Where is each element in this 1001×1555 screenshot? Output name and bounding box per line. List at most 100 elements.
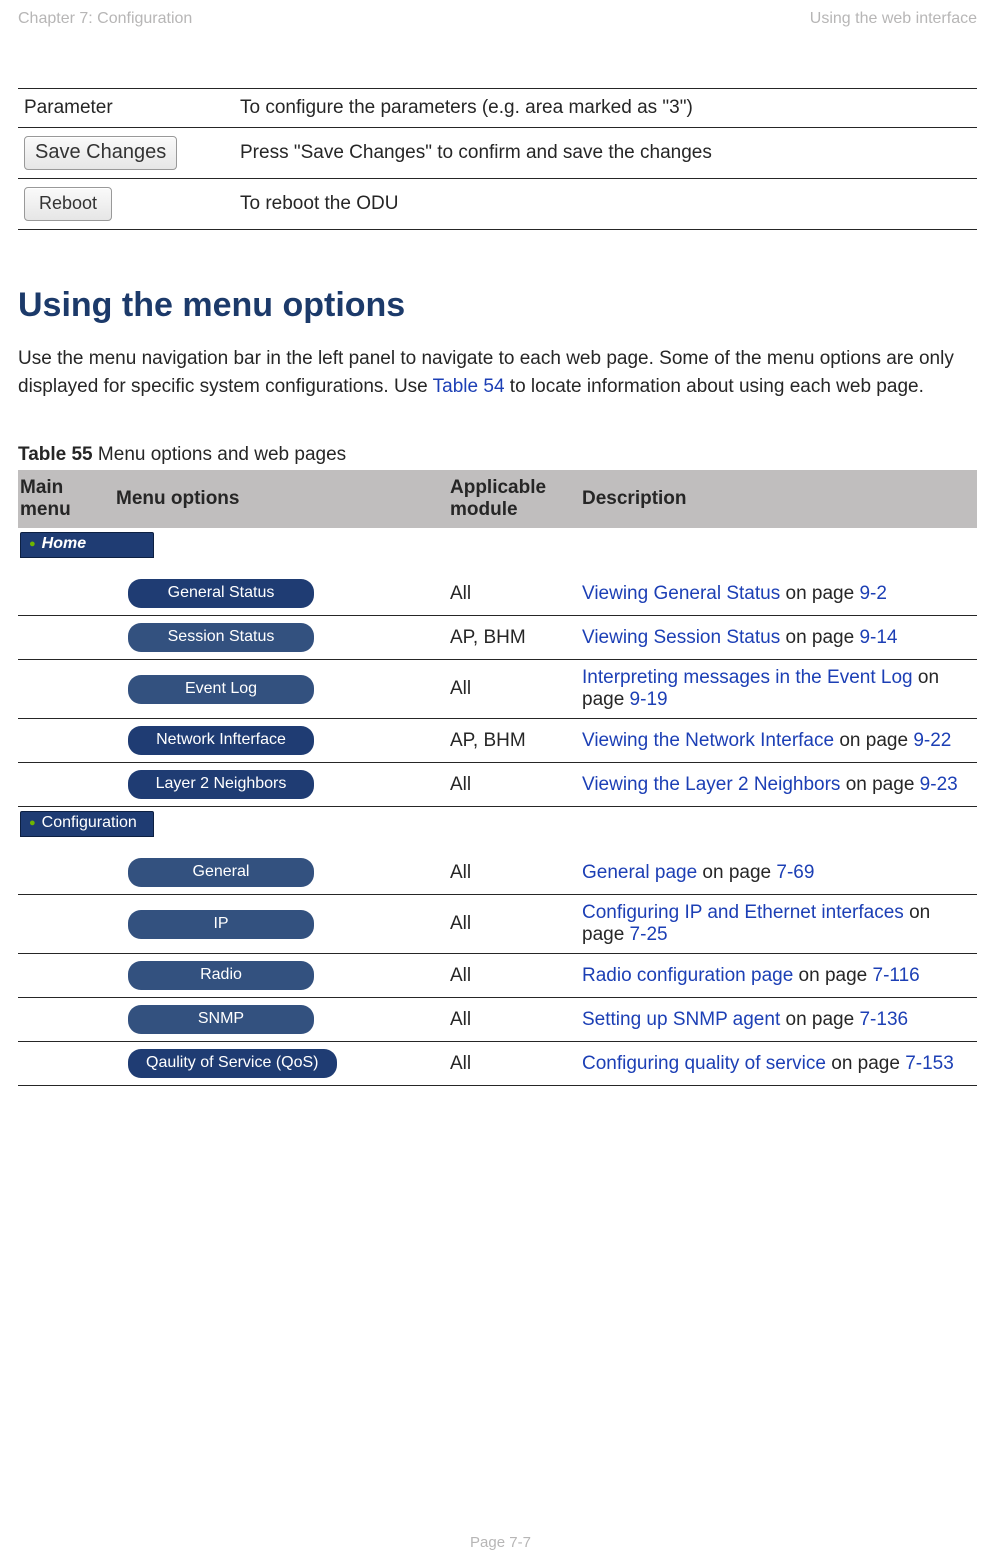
applicable-module-cell: All [442, 954, 574, 998]
description-link[interactable]: Setting up SNMP agent [582, 1009, 780, 1030]
description-mid-text: on page [780, 627, 859, 648]
applicable-module-cell: All [442, 572, 574, 616]
main-menu-cell [18, 851, 108, 895]
description-link[interactable]: General page [582, 862, 697, 883]
main-menu-cell [18, 1042, 108, 1086]
menu-item-row: Layer 2 NeighborsAllViewing the Layer 2 … [18, 763, 977, 807]
menu-table-header-row: Main menu Menu options Applicable module… [18, 470, 977, 528]
page-reference-link[interactable]: 9-23 [920, 774, 958, 795]
instruction-desc-cell: To reboot the ODU [232, 179, 977, 230]
menu-option-qaulity-of-service-qos-[interactable]: Qaulity of Service (QoS) [128, 1049, 337, 1078]
menu-item-row: IPAllConfiguring IP and Ethernet interfa… [18, 895, 977, 954]
intro-link[interactable]: Table 54 [433, 376, 505, 397]
menu-item-row: Session Status AP, BHM Viewing Session Sta… [18, 616, 977, 660]
instruction-label-cell: Reboot [18, 179, 232, 230]
section-label: Using the web interface [810, 10, 977, 28]
page-header: Chapter 7: Configuration Using the web i… [18, 8, 977, 88]
description-mid-text: on page [840, 774, 919, 795]
table-caption-title: Menu options and web pages [93, 444, 347, 465]
description-link[interactable]: Viewing Session Status [582, 627, 780, 648]
description-link[interactable]: Viewing the Network Interface [582, 730, 834, 751]
description-link[interactable]: Viewing the Layer 2 Neighbors [582, 774, 840, 795]
description-link[interactable]: Radio configuration page [582, 965, 793, 986]
instruction-row: Reboot To reboot the ODU [18, 179, 977, 230]
description-link[interactable]: Configuring quality of service [582, 1053, 826, 1074]
applicable-module-cell: All [442, 998, 574, 1042]
menu-option-ip[interactable]: IP [128, 910, 314, 939]
menu-option-event-log[interactable]: Event Log [128, 675, 314, 704]
instruction-desc-cell: Press "Save Changes" to confirm and save… [232, 128, 977, 179]
menu-options-table: Main menu Menu options Applicable module… [18, 470, 977, 1086]
nav-home[interactable]: Home [20, 532, 154, 558]
applicable-module-cell: AP, BHM [442, 616, 574, 660]
description-mid-text: on page [780, 1009, 859, 1030]
description-link[interactable]: Viewing General Status [582, 583, 780, 604]
page-reference-link[interactable]: 7-136 [859, 1009, 908, 1030]
page-reference-link[interactable]: 9-14 [859, 627, 897, 648]
applicable-module-cell: All [442, 895, 574, 954]
header-menu-options: Menu options [108, 470, 442, 528]
page-reference-link[interactable]: 7-116 [873, 965, 920, 986]
menu-option-general-status[interactable]: General Status [128, 579, 314, 608]
main-menu-cell [18, 572, 108, 616]
description-cell: Configuring IP and Ethernet interfaces o… [574, 895, 977, 954]
table-caption: Table 55 Menu options and web pages [18, 444, 977, 466]
menu-option-network-infterface[interactable]: Network Infterface [128, 726, 314, 755]
main-menu-cell [18, 719, 108, 763]
spacer-row [18, 560, 977, 572]
description-cell: Radio configuration page on page 7-116 [574, 954, 977, 998]
menu-option-cell: IP [108, 895, 442, 954]
description-mid-text: on page [780, 583, 859, 604]
menu-item-row: GeneralAllGeneral page on page 7-69 [18, 851, 977, 895]
description-mid-text: on page [697, 862, 776, 883]
applicable-module-cell: All [442, 1042, 574, 1086]
instruction-row: Save Changes Press "Save Changes" to conf… [18, 128, 977, 179]
menu-option-snmp[interactable]: SNMP [128, 1005, 314, 1034]
menu-item-row: RadioAllRadio configuration page on page… [18, 954, 977, 998]
page-container: Chapter 7: Configuration Using the web i… [0, 0, 1001, 1555]
menu-option-cell: Network Infterface [108, 719, 442, 763]
menu-group-row: Configuration [18, 807, 977, 840]
main-menu-cell [18, 763, 108, 807]
table-caption-number: Table 55 [18, 444, 93, 465]
page-footer: Page 7-7 [0, 1534, 1001, 1551]
applicable-module-cell: AP, BHM [442, 719, 574, 763]
page-reference-link[interactable]: 9-19 [630, 689, 668, 710]
description-cell: Configuring quality of service on page 7… [574, 1042, 977, 1086]
description-link[interactable]: Interpreting messages in the Event Log [582, 667, 913, 688]
menu-item-row: General Status AllViewing General Status … [18, 572, 977, 616]
status-dot-icon [29, 535, 42, 552]
menu-item-row: Qaulity of Service (QoS)AllConfiguring q… [18, 1042, 977, 1086]
menu-option-general[interactable]: General [128, 858, 314, 887]
menu-group-row: Home [18, 528, 977, 560]
description-cell: Viewing the Layer 2 Neighbors on page 9-… [574, 763, 977, 807]
description-cell: General page on page 7-69 [574, 851, 977, 895]
description-cell: Viewing General Status on page 9-2 [574, 572, 977, 616]
menu-option-layer-2-neighbors[interactable]: Layer 2 Neighbors [128, 770, 314, 799]
menu-option-cell: Radio [108, 954, 442, 998]
menu-option-cell: Session Status [108, 616, 442, 660]
page-reference-link[interactable]: 9-2 [859, 583, 886, 604]
page-reference-link[interactable]: 9-22 [913, 730, 951, 751]
menu-option-session-status[interactable]: Session Status [128, 623, 314, 652]
page-reference-link[interactable]: 7-153 [905, 1053, 954, 1074]
description-mid-text: on page [793, 965, 872, 986]
intro-text-post: to locate information about using each w… [505, 376, 924, 397]
nav-configuration[interactable]: Configuration [20, 811, 154, 837]
section-heading: Using the menu options [18, 286, 977, 325]
spacer-row [18, 839, 977, 851]
menu-group-cell: Home [18, 528, 977, 560]
header-main-menu: Main menu [18, 470, 108, 528]
description-link[interactable]: Configuring IP and Ethernet interfaces [582, 902, 904, 923]
menu-option-radio[interactable]: Radio [128, 961, 314, 990]
menu-option-cell: Qaulity of Service (QoS) [108, 1042, 442, 1086]
chapter-label: Chapter 7: Configuration [18, 10, 192, 28]
menu-item-row: SNMP All Setting up SNMP agent on page 7-1… [18, 998, 977, 1042]
instruction-label-cell: Save Changes [18, 128, 232, 179]
reboot-button[interactable]: Reboot [24, 187, 112, 221]
save-changes-button[interactable]: Save Changes [24, 136, 177, 170]
page-reference-link[interactable]: 7-25 [630, 924, 668, 945]
page-reference-link[interactable]: 7-69 [776, 862, 814, 883]
header-description: Description [574, 470, 977, 528]
menu-option-cell: General [108, 851, 442, 895]
